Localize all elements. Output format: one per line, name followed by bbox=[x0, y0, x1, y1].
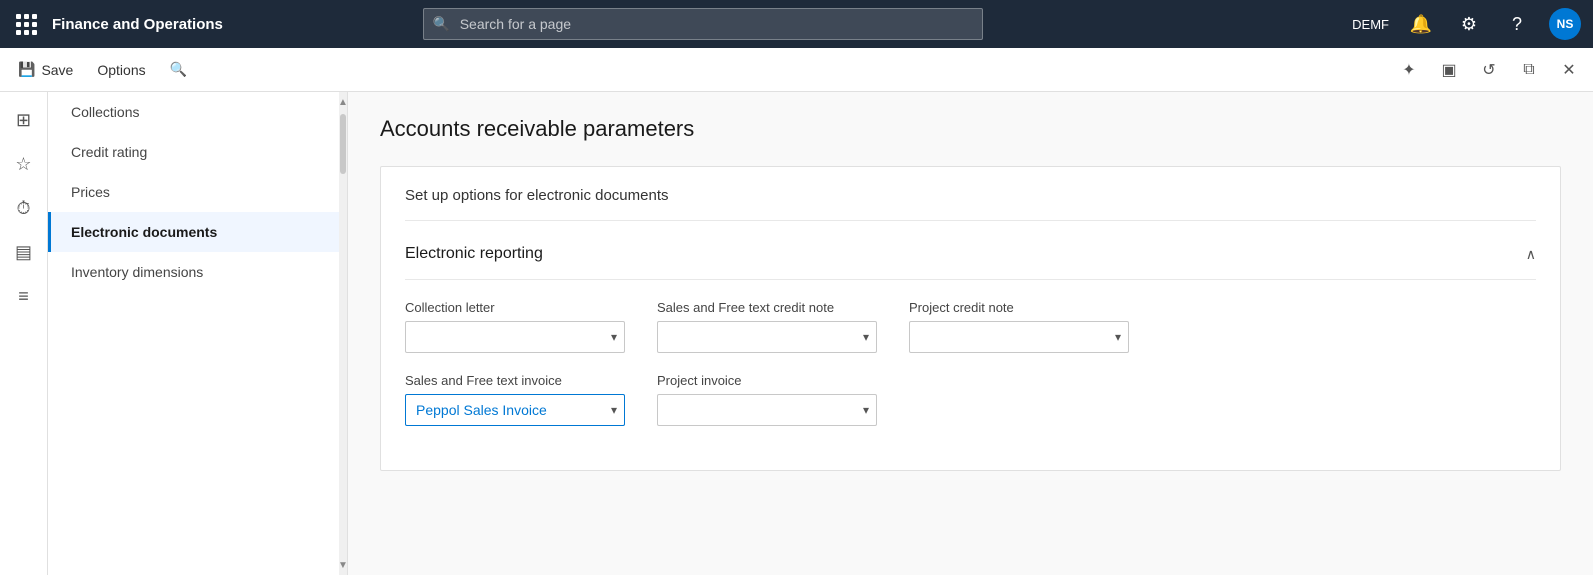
project-invoice-select[interactable] bbox=[657, 394, 877, 426]
help-icon[interactable]: ? bbox=[1501, 8, 1533, 40]
options-label: Options bbox=[97, 62, 145, 78]
project-credit-note-select[interactable] bbox=[909, 321, 1129, 353]
personalize-icon[interactable]: ✦ bbox=[1393, 54, 1425, 86]
project-invoice-label: Project invoice bbox=[657, 373, 877, 388]
nav-scrollbar: ▲ ▼ bbox=[339, 92, 347, 575]
collection-letter-label: Collection letter bbox=[405, 300, 625, 315]
sidebar-icon-workspaces[interactable]: ▤ bbox=[4, 232, 44, 272]
section-description: Set up options for electronic documents bbox=[381, 167, 1560, 220]
save-label: Save bbox=[41, 62, 73, 78]
save-button[interactable]: 💾 Save bbox=[8, 55, 83, 84]
sidebar-icon-favorites[interactable]: ☆ bbox=[4, 144, 44, 184]
nav-panel: Collections Credit rating Prices Electro… bbox=[48, 92, 348, 575]
sales-invoice-select[interactable]: Peppol Sales Invoice bbox=[405, 394, 625, 426]
sales-invoice-field: Sales and Free text invoice Peppol Sales… bbox=[405, 373, 625, 426]
close-icon[interactable]: ✕ bbox=[1553, 54, 1585, 86]
top-navbar: Finance and Operations 🔍 DEMF 🔔 ⚙ ? NS bbox=[0, 0, 1593, 48]
search-icon: 🔍 bbox=[433, 16, 450, 33]
nav-left: Finance and Operations bbox=[12, 10, 232, 38]
sales-credit-note-field: Sales and Free text credit note ▾ bbox=[657, 300, 877, 353]
refresh-icon[interactable]: ↺ bbox=[1473, 54, 1505, 86]
nav-item-inventory-dimensions[interactable]: Inventory dimensions bbox=[48, 252, 347, 292]
electronic-reporting-title: Electronic reporting bbox=[405, 245, 543, 263]
sales-invoice-select-wrapper: Peppol Sales Invoice ▾ bbox=[405, 394, 625, 426]
environment-label: DEMF bbox=[1352, 17, 1389, 32]
sales-credit-note-select[interactable] bbox=[657, 321, 877, 353]
nav-list: Collections Credit rating Prices Electro… bbox=[48, 92, 347, 575]
search-toolbar-icon: 🔍 bbox=[170, 61, 187, 78]
project-invoice-field: Project invoice ▾ bbox=[657, 373, 877, 426]
scroll-down-arrow[interactable]: ▼ bbox=[339, 555, 347, 575]
nav-right: DEMF 🔔 ⚙ ? NS bbox=[1352, 8, 1581, 40]
search-bar: 🔍 bbox=[423, 8, 983, 40]
search-wrapper: 🔍 bbox=[423, 8, 983, 40]
sidebar-icon-recent[interactable]: ⏱ bbox=[4, 188, 44, 228]
search-input[interactable] bbox=[423, 8, 983, 40]
section-body: Electronic reporting ∧ Collection letter… bbox=[381, 221, 1560, 470]
collection-letter-select-wrapper: ▾ bbox=[405, 321, 625, 353]
app-title: Finance and Operations bbox=[52, 16, 223, 33]
sidebar-icon-home[interactable]: ⊞ bbox=[4, 100, 44, 140]
content-card: Set up options for electronic documents … bbox=[380, 166, 1561, 471]
sales-credit-note-select-wrapper: ▾ bbox=[657, 321, 877, 353]
content-area: Accounts receivable parameters Set up op… bbox=[348, 92, 1593, 575]
settings-icon[interactable]: ⚙ bbox=[1453, 8, 1485, 40]
toolbar-right: ✦ ▣ ↺ ⧉ ✕ bbox=[1393, 54, 1585, 86]
save-icon: 💾 bbox=[18, 61, 35, 78]
project-invoice-select-wrapper: ▾ bbox=[657, 394, 877, 426]
form-row-2: Sales and Free text invoice Peppol Sales… bbox=[405, 373, 1536, 426]
nav-item-credit-rating[interactable]: Credit rating bbox=[48, 132, 347, 172]
notifications-icon[interactable]: 🔔 bbox=[1405, 8, 1437, 40]
collection-letter-field: Collection letter ▾ bbox=[405, 300, 625, 353]
nav-item-electronic-documents[interactable]: Electronic documents bbox=[48, 212, 347, 252]
options-button[interactable]: Options bbox=[87, 56, 155, 84]
popout-icon[interactable]: ⧉ bbox=[1513, 54, 1545, 86]
project-credit-note-field: Project credit note ▾ bbox=[909, 300, 1129, 353]
collection-letter-select[interactable] bbox=[405, 321, 625, 353]
nav-item-collections[interactable]: Collections bbox=[48, 92, 347, 132]
sales-credit-note-label: Sales and Free text credit note bbox=[657, 300, 877, 315]
sales-invoice-label: Sales and Free text invoice bbox=[405, 373, 625, 388]
search-toolbar-button[interactable]: 🔍 bbox=[160, 55, 197, 84]
reading-mode-icon[interactable]: ▣ bbox=[1433, 54, 1465, 86]
electronic-reporting-header: Electronic reporting ∧ bbox=[405, 245, 1536, 280]
main-layout: ⊞ ☆ ⏱ ▤ ≡ Collections Credit rating Pric… bbox=[0, 92, 1593, 575]
left-sidebar: ⊞ ☆ ⏱ ▤ ≡ bbox=[0, 92, 48, 575]
page-title: Accounts receivable parameters bbox=[380, 116, 1561, 142]
waffle-menu-icon[interactable] bbox=[12, 10, 40, 38]
scroll-thumb[interactable] bbox=[340, 114, 346, 174]
nav-item-prices[interactable]: Prices bbox=[48, 172, 347, 212]
collapse-icon[interactable]: ∧ bbox=[1526, 246, 1536, 263]
user-avatar[interactable]: NS bbox=[1549, 8, 1581, 40]
scroll-up-arrow[interactable]: ▲ bbox=[339, 92, 347, 112]
sidebar-icon-modules[interactable]: ≡ bbox=[4, 276, 44, 316]
form-row-1: Collection letter ▾ Sales and Free text … bbox=[405, 300, 1536, 353]
project-credit-note-select-wrapper: ▾ bbox=[909, 321, 1129, 353]
project-credit-note-label: Project credit note bbox=[909, 300, 1129, 315]
toolbar: 💾 Save Options 🔍 ✦ ▣ ↺ ⧉ ✕ bbox=[0, 48, 1593, 92]
